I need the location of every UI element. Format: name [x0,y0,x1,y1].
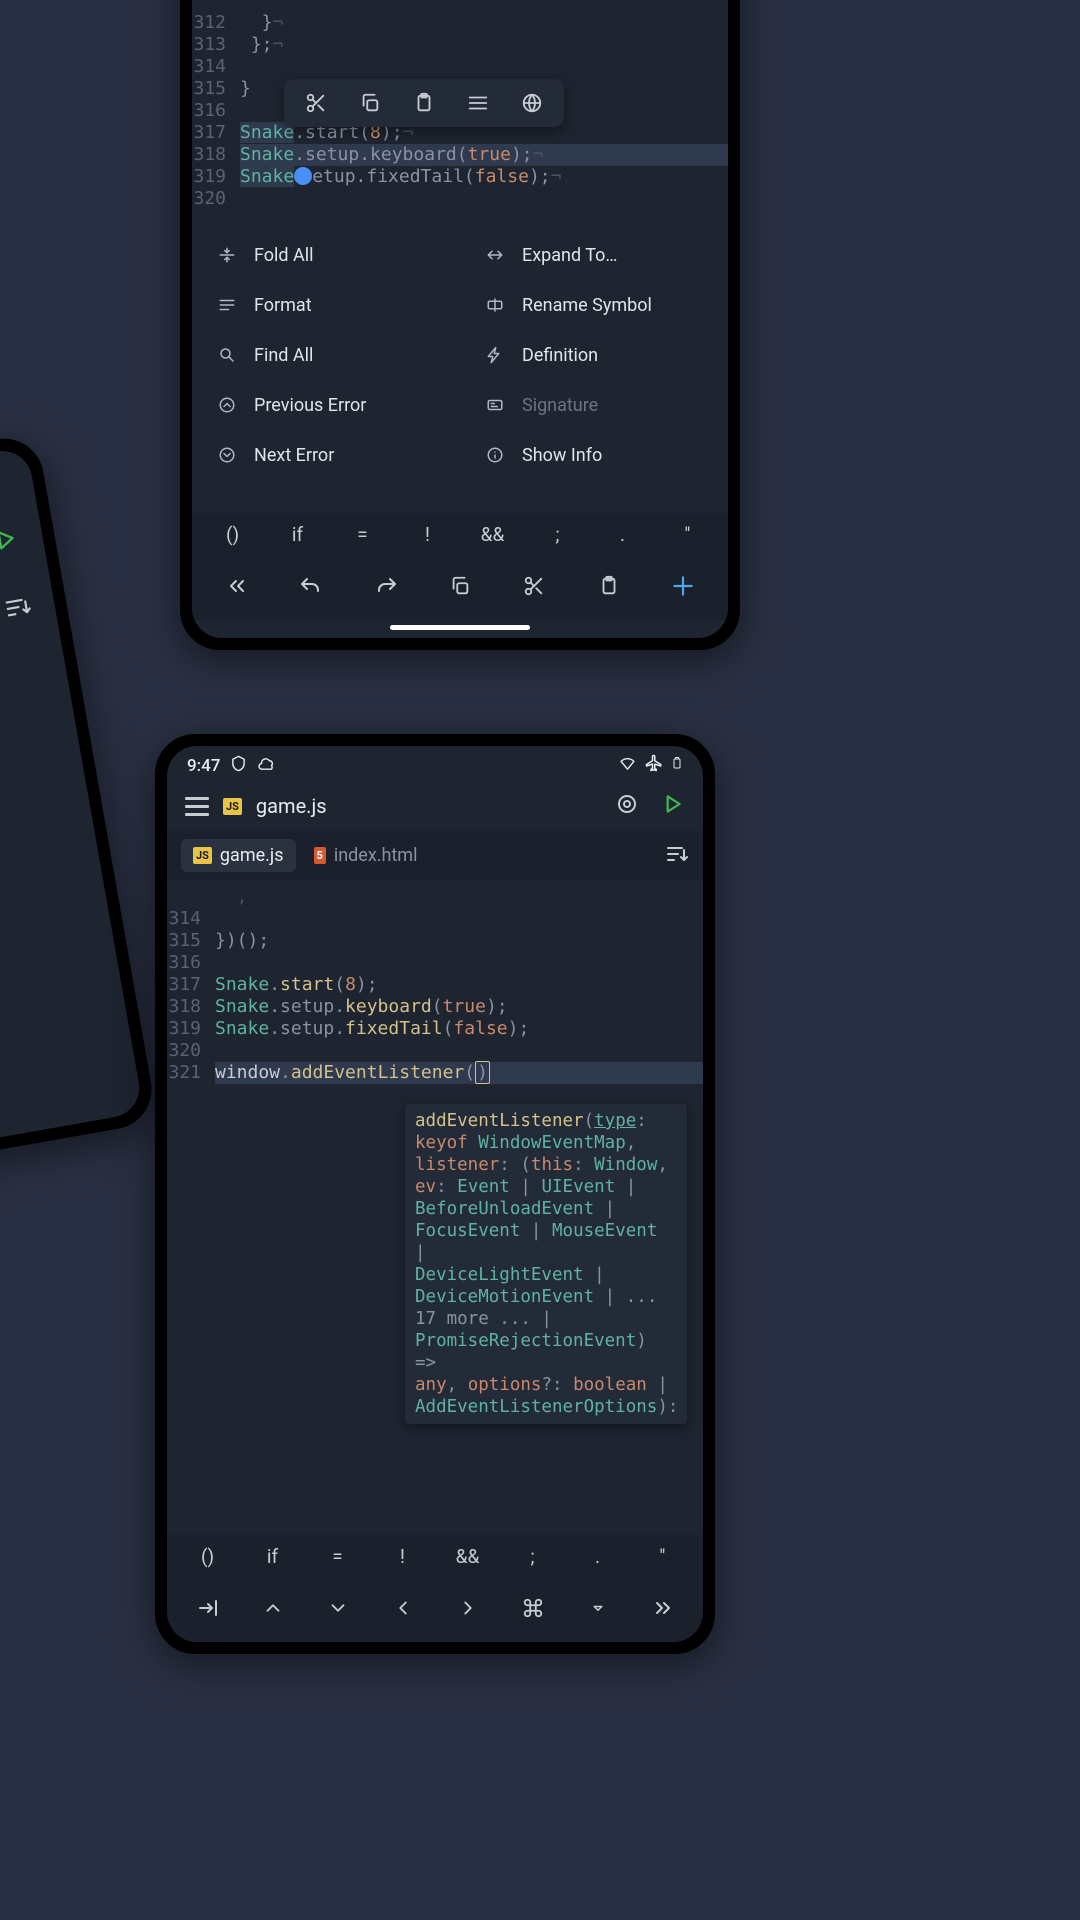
code-line[interactable]: 313 };¬ [192,34,728,56]
wifi-icon [618,755,637,777]
paste-icon[interactable] [404,83,444,123]
quick-key-and[interactable]: && [435,1545,500,1568]
menu-next-error[interactable]: Next Error [192,430,460,480]
phone-autocomplete: 9:47 JS game.js JS game.js [155,734,715,1654]
add-icon[interactable] [667,570,699,602]
tab-indent-icon[interactable] [192,1592,224,1624]
context-menu: Fold All Expand To… Format Rename Symbol [192,222,728,488]
command-icon[interactable] [517,1592,549,1624]
quick-key-if[interactable]: if [240,1545,305,1568]
chevron-right-icon[interactable] [452,1592,484,1624]
menu-find-all[interactable]: Find All [192,330,460,380]
quick-key-if[interactable]: if [265,523,330,546]
menu-previous-error[interactable]: Previous Error [192,380,460,430]
expand-right-icon[interactable] [647,1592,679,1624]
tab-bar: JS game.js 5 index.html [167,831,703,880]
quick-key-row: () if = ! && ; . '' [167,1535,703,1578]
menu-show-info[interactable]: Show Info [460,430,728,480]
code-line[interactable]: 318Snake.setup.keyboard(true);¬ [192,144,728,166]
text-cursor-handle[interactable] [294,167,312,185]
code-line[interactable]: 320 [192,188,728,210]
collapse-left-icon[interactable] [221,570,253,602]
quick-key-bang[interactable]: ! [395,523,460,546]
paste-icon[interactable] [593,570,625,602]
quick-key-equals[interactable]: = [330,523,395,546]
target-icon[interactable] [615,792,639,820]
chevron-up-icon[interactable] [257,1592,289,1624]
signature-tooltip: addEventListener(type: keyof WindowEvent… [405,1104,687,1424]
quick-key-equals[interactable]: = [305,1545,370,1568]
chevron-down-icon[interactable] [322,1592,354,1624]
menu-format[interactable]: Format [192,280,460,330]
bottom-toolbar [167,1578,703,1642]
quick-key-dot[interactable]: . [565,1545,630,1568]
bottom-toolbar [192,556,728,620]
tab-index-html[interactable]: 5 index.html [302,839,430,872]
quick-key-quotes[interactable]: '' [655,523,720,546]
undo-icon[interactable] [295,570,327,602]
status-bar: 9:47 [167,746,703,781]
cut-icon[interactable] [518,570,550,602]
cloud-icon [257,755,276,777]
quick-key-row: () if = ! && ; . '' [192,513,728,556]
code-line[interactable]: 314 [192,56,728,78]
js-file-icon: JS [193,847,212,864]
phone-context-menu: 312 }¬ 313 };¬ 314 315} 316 317Snake.sta… [180,0,740,650]
menu-signature: Signature [460,380,728,430]
redo-icon[interactable] [370,570,402,602]
quick-key-bang[interactable]: ! [370,1545,435,1568]
clock-time: 9:47 [187,756,220,776]
quick-key-quotes[interactable]: '' [630,1545,695,1568]
quick-key-parens[interactable]: () [175,1545,240,1568]
quick-key-parens[interactable]: () [200,523,265,546]
quick-key-semicolon[interactable]: ; [525,523,590,546]
menu-rename-symbol[interactable]: Rename Symbol [460,280,728,330]
chevron-left-icon[interactable] [387,1592,419,1624]
html-file-icon: 5 [314,847,326,864]
js-file-icon: JS [223,798,242,815]
select-all-icon[interactable] [458,83,498,123]
phone-tilted-left [0,432,158,1187]
tab-game-js[interactable]: JS game.js [181,839,296,872]
dropdown-icon[interactable] [582,1592,614,1624]
code-line[interactable]: 319Snakeetup.fixedTail(false);¬ [192,166,728,188]
quick-key-semicolon[interactable]: ; [500,1545,565,1568]
copy-icon[interactable] [444,570,476,602]
code-line[interactable]: 312 }¬ [192,12,728,34]
airplane-icon [645,754,663,777]
menu-fold-all[interactable]: Fold All [192,230,460,280]
page-title: game.js [256,794,601,818]
edit-toolbar-popup [284,79,564,127]
menu-definition[interactable]: Definition [460,330,728,380]
menu-expand-to[interactable]: Expand To… [460,230,728,280]
web-icon[interactable] [512,83,552,123]
quick-key-and[interactable]: && [460,523,525,546]
sort-icon[interactable] [0,547,56,676]
cut-icon[interactable] [296,83,336,123]
sort-icon[interactable] [665,842,689,870]
quick-key-dot[interactable]: . [590,523,655,546]
code-editor[interactable]: , 314 315})(); 316 317Snake.start(8); 31… [167,880,703,1084]
home-indicator[interactable] [390,625,530,630]
run-button[interactable] [659,791,685,821]
copy-icon[interactable] [350,83,390,123]
menu-icon[interactable] [185,797,209,816]
shield-icon [230,755,247,777]
battery-icon [671,754,683,777]
app-header: JS game.js [167,781,703,831]
